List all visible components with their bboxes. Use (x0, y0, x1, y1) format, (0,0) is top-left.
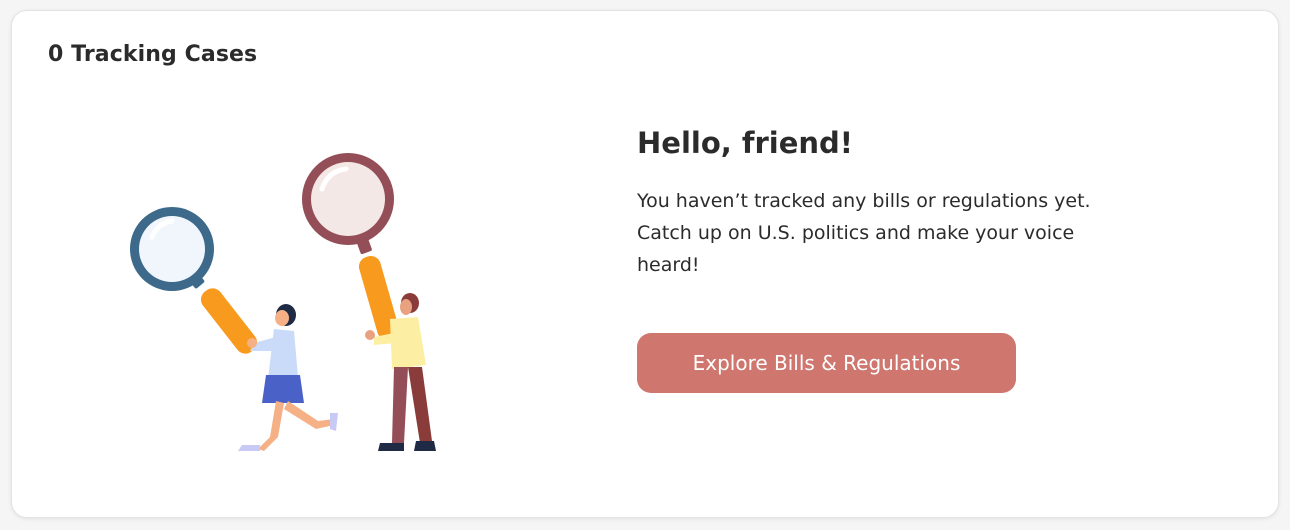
woman-figure (238, 304, 338, 451)
blue-magnifying-glass-icon (130, 207, 258, 354)
empty-state-greeting: Hello, friend! (637, 126, 854, 160)
empty-state-content: Hello, friend! You haven’t tracked any b… (637, 123, 1117, 281)
red-magnifying-glass-icon (302, 153, 400, 340)
empty-state-message: You haven’t tracked any bills or regulat… (637, 190, 1091, 276)
tracking-cases-count: 0 Tracking Cases (48, 42, 258, 67)
tracking-cases-card: 0 Tracking Cases Hello, friend! You have… (11, 10, 1279, 518)
people-with-magnifying-glasses-illustration (130, 153, 436, 451)
explore-bills-regulations-button[interactable]: Explore Bills & Regulations (637, 333, 1016, 393)
